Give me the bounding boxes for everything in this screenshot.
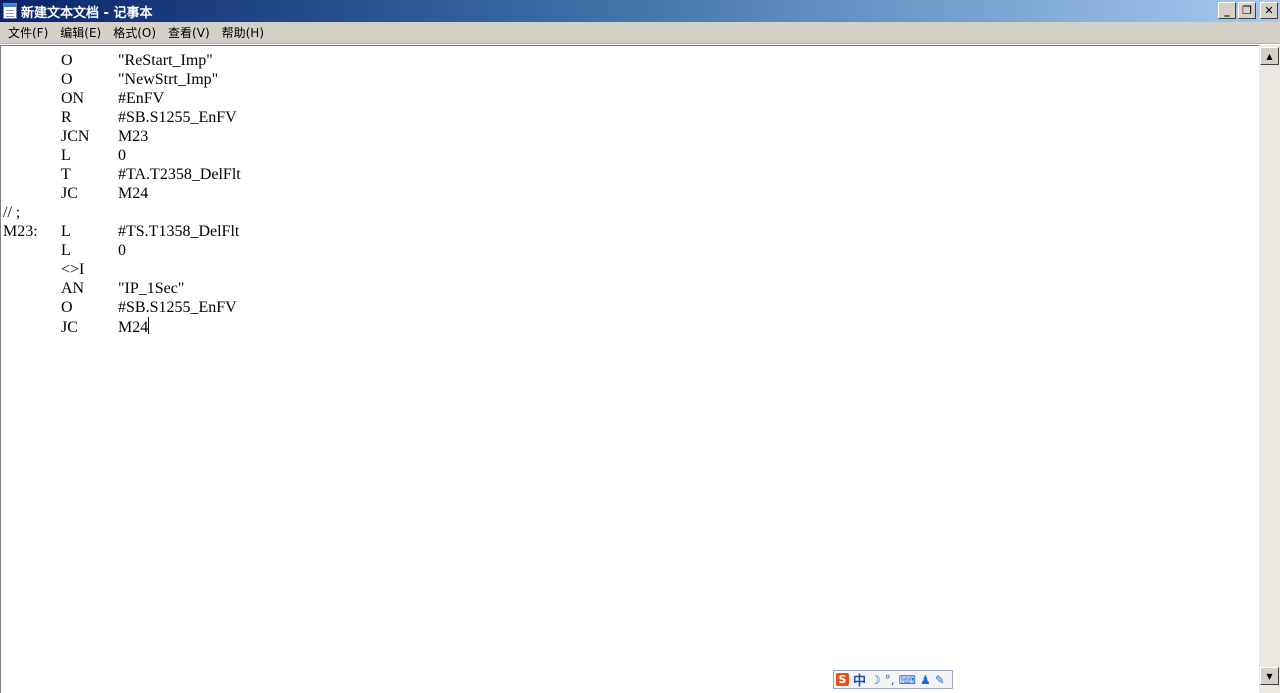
menu-bar: 文件(F) 编辑(E) 格式(O) 查看(V) 帮助(H) [0,22,1280,44]
code-line: O "NewStrt_Imp" [3,70,241,89]
keyboard-icon[interactable]: ⌨ [899,673,916,687]
title-bar[interactable]: 新建文本文档 - 记事本 _ ❐ ✕ [0,0,1280,22]
code-operator: L [61,147,71,164]
restore-icon: ❐ [1242,4,1252,17]
wrench-icon[interactable]: ✎ [935,673,945,687]
code-line: // ; [3,203,241,222]
code-line: O "ReStart_Imp" [3,51,241,70]
punctuation-icon[interactable]: °, [885,673,895,687]
code-operator: JC [61,185,78,202]
text-editor[interactable]: O "ReStart_Imp" O "NewStrt_Imp" ON #EnFV R #SB.… [0,45,1259,693]
code-argument: M23 [118,128,149,145]
code-argument: M24 [118,319,149,336]
code-line: ON #EnFV [3,89,241,108]
window-title: 新建文本文档 - 记事本 [21,5,153,21]
code-operator: O [61,299,73,316]
code-operator: L [61,242,71,259]
code-argument: M24 [118,185,149,202]
code-line: T #TA.T2358_DelFlt [3,165,241,184]
minimize-button[interactable]: _ [1218,2,1236,19]
code-line: AN "IP_1Sec" [3,279,241,298]
code-operator: O [61,71,73,88]
menu-file[interactable]: 文件(F) [2,24,54,41]
code-label: // ; [3,204,21,221]
notepad-icon [3,3,17,19]
code-line: JC M24 [3,184,241,203]
arrow-up-icon: ▲ [1266,51,1273,61]
code-operator: L [61,223,71,240]
user-icon[interactable]: ♟ [920,673,931,687]
menu-help[interactable]: 帮助(H) [216,24,270,41]
code-label: M23: [3,223,38,240]
vertical-scrollbar[interactable]: ▲ ▼ [1259,45,1280,693]
code-argument: #TS.T1358_DelFlt [118,223,240,240]
code-argument: "NewStrt_Imp" [118,71,219,88]
menu-edit[interactable]: 编辑(E) [54,24,107,41]
code-operator: JCN [61,128,90,145]
code-operator: <>I [61,261,85,278]
window-controls: _ ❐ ✕ [1218,2,1278,19]
editor-content[interactable]: O "ReStart_Imp" O "NewStrt_Imp" ON #EnFV R #SB.… [3,51,241,336]
ime-toolbar[interactable]: S 中 ☽ °, ⌨ ♟ ✎ [833,670,953,689]
code-line: O #SB.S1255_EnFV [3,298,241,317]
code-line: M23: L #TS.T1358_DelFlt [3,222,241,241]
close-icon: ✕ [1264,4,1274,17]
close-button[interactable]: ✕ [1260,2,1278,19]
menu-format[interactable]: 格式(O) [107,24,162,41]
code-operator: O [61,52,73,69]
scroll-down-button[interactable]: ▼ [1260,667,1279,685]
code-operator: ON [61,90,85,107]
code-argument: "ReStart_Imp" [118,52,213,69]
restore-button[interactable]: ❐ [1238,2,1256,19]
code-argument: #SB.S1255_EnFV [118,109,237,126]
code-argument: #SB.S1255_EnFV [118,299,237,316]
code-operator: JC [61,319,78,336]
code-argument: #EnFV [118,90,165,107]
code-operator: AN [61,280,85,297]
sogou-logo-icon[interactable]: S [836,673,849,686]
text-caret [148,317,150,334]
code-line: JCN M23 [3,127,241,146]
code-operator: R [61,109,72,126]
scroll-up-button[interactable]: ▲ [1260,47,1279,65]
menu-view[interactable]: 查看(V) [162,24,216,41]
ime-mode-chinese[interactable]: 中 [853,670,866,689]
code-argument: 0 [118,242,126,259]
code-line: R #SB.S1255_EnFV [3,108,241,127]
code-argument: "IP_1Sec" [118,280,185,297]
arrow-down-icon: ▼ [1266,671,1273,681]
code-line: <>I [3,260,241,279]
code-argument: 0 [118,147,126,164]
moon-icon[interactable]: ☽ [870,673,881,687]
code-argument: #TA.T2358_DelFlt [118,166,241,183]
code-operator: T [61,166,71,183]
minimize-icon: _ [1224,4,1230,17]
code-line: L0 [3,146,241,165]
code-line: L0 [3,241,241,260]
code-line: JC M24 [3,317,241,336]
